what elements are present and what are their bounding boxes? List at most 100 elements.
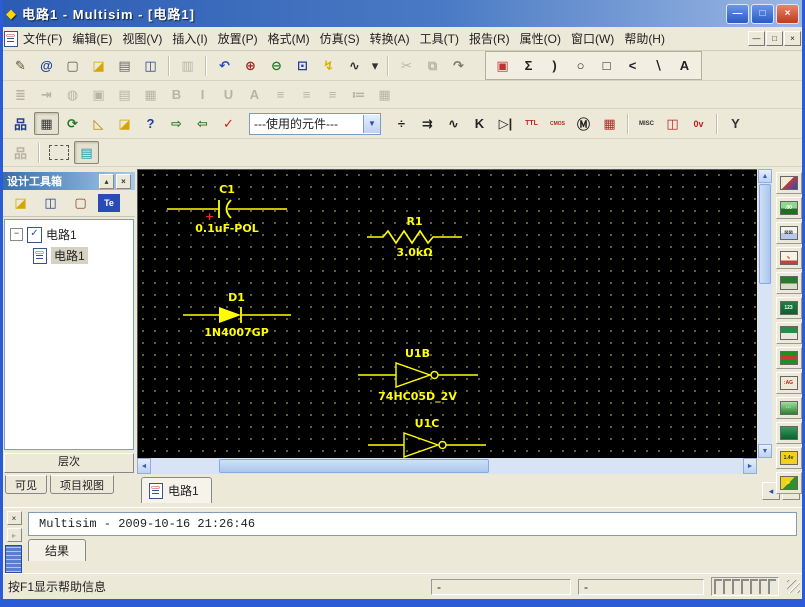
erc-check-icon[interactable]: ✓ xyxy=(216,112,241,135)
rectangle-icon[interactable]: □ xyxy=(594,54,619,77)
component-d1[interactable]: D1 1N4007GP xyxy=(179,291,294,339)
scroll-down-icon[interactable]: ▼ xyxy=(758,444,772,458)
wattmeter-icon[interactable]: ⊠⊠ xyxy=(775,222,802,244)
menu-file[interactable]: 文件(F) xyxy=(19,27,66,50)
scroll-right-icon[interactable]: ► xyxy=(743,458,757,474)
selection-rect-icon[interactable] xyxy=(49,145,69,160)
vertical-scroll-thumb[interactable] xyxy=(759,184,771,284)
sheet-tab-circuit1[interactable]: 电路1 xyxy=(141,477,212,503)
open-icon[interactable]: ◪ xyxy=(86,54,111,77)
database-icon[interactable]: ⟳ xyxy=(60,112,85,135)
menu-insert[interactable]: 插入(I) xyxy=(168,27,211,50)
grapher-dropdown-icon[interactable]: ▾ xyxy=(368,54,382,77)
zoom-out-icon[interactable]: ⊖ xyxy=(264,54,289,77)
menu-options[interactable]: 属性(O) xyxy=(516,27,565,50)
distortion-analyzer-icon[interactable]: ··· xyxy=(775,397,802,419)
scroll-up-icon[interactable]: ▲ xyxy=(758,169,772,183)
diode-family-icon[interactable]: ⇉ xyxy=(415,112,440,135)
results-tab[interactable]: 结果 xyxy=(28,539,87,561)
cmos-family-icon[interactable]: CMOS xyxy=(545,112,570,135)
ttl-family-icon[interactable]: TTL xyxy=(519,112,544,135)
basic-family-icon[interactable]: ∿ xyxy=(441,112,466,135)
tree-expander-icon[interactable]: − xyxy=(10,228,23,241)
grid-icon[interactable]: ▦ xyxy=(34,112,59,135)
menu-window[interactable]: 窗口(W) xyxy=(567,27,618,50)
menu-help[interactable]: 帮助(H) xyxy=(620,27,669,50)
menu-format[interactable]: 格式(M) xyxy=(264,27,314,50)
sketch-icon[interactable]: ✎ xyxy=(8,54,33,77)
tab-visible[interactable]: 可见 xyxy=(5,475,47,494)
peripheral-family-icon[interactable]: ◫ xyxy=(660,112,685,135)
tree-root-row[interactable]: − 电路1 xyxy=(5,224,133,245)
in-use-list-combo[interactable]: ---使用的元件--- ▼ xyxy=(249,112,381,135)
component-r1[interactable]: R1 3.0kΩ xyxy=(362,215,467,259)
maximize-button[interactable]: □ xyxy=(751,3,774,24)
logic-analyzer-icon[interactable] xyxy=(775,347,802,369)
frequency-counter-icon[interactable]: 123 xyxy=(775,297,802,319)
document-system-icon[interactable] xyxy=(4,30,18,47)
oscilloscope-icon[interactable]: ∿ xyxy=(775,247,802,269)
save-icon[interactable]: ◫ xyxy=(138,54,163,77)
open-sheet-icon[interactable]: ◪ xyxy=(8,192,33,215)
rf-family-icon[interactable]: Y xyxy=(723,112,748,135)
open-project-icon[interactable]: ◪ xyxy=(112,112,137,135)
minimize-button[interactable]: — xyxy=(726,3,749,24)
canvas-horizontal-scrollbar[interactable]: ◄ ► xyxy=(137,458,757,474)
grapher-icon[interactable]: ∿ xyxy=(342,54,367,77)
mdi-close-button[interactable]: × xyxy=(784,31,801,46)
mixed-family-icon[interactable]: Ⓜ xyxy=(571,112,596,135)
four-channel-scope-icon[interactable] xyxy=(775,272,802,294)
new-sheet-icon[interactable]: ▢ xyxy=(68,192,93,215)
menu-view[interactable]: 视图(V) xyxy=(118,27,166,50)
source-family-icon[interactable]: ÷ xyxy=(389,112,414,135)
ellipse-icon[interactable]: ○ xyxy=(568,54,593,77)
polyline-icon[interactable]: < xyxy=(620,54,645,77)
report-view-icon[interactable]: ▤ xyxy=(74,141,99,164)
zoom-in-icon[interactable]: ⊕ xyxy=(238,54,263,77)
multimeter-icon[interactable] xyxy=(775,172,802,194)
help-icon[interactable]: ? xyxy=(138,112,163,135)
power-family-icon[interactable]: 0v xyxy=(686,112,711,135)
arc-icon[interactable]: ) xyxy=(542,54,567,77)
menu-place[interactable]: 放置(P) xyxy=(214,27,262,50)
logic-converter-icon[interactable]: :AG xyxy=(775,372,802,394)
panel-pin-button[interactable]: ▴ xyxy=(99,173,114,189)
close-button[interactable]: × xyxy=(776,3,799,24)
menu-reports[interactable]: 报告(R) xyxy=(465,27,514,50)
results-textbox[interactable]: Multisim - 2009-10-16 21:26:46 xyxy=(28,512,797,536)
transistor-family-icon[interactable]: K xyxy=(467,112,492,135)
save-sheet-icon[interactable]: ◫ xyxy=(38,192,63,215)
resize-grip[interactable] xyxy=(787,580,800,593)
word-generator-icon[interactable] xyxy=(775,322,802,344)
scroll-left-icon[interactable]: ◄ xyxy=(137,458,151,474)
menu-simulate[interactable]: 仿真(S) xyxy=(316,27,364,50)
misc-family-icon[interactable]: MISC xyxy=(634,112,659,135)
hierarchy-icon[interactable]: 品 xyxy=(8,112,33,135)
menu-transfer[interactable]: 转换(A) xyxy=(366,27,414,50)
tree-root-label[interactable]: 电路1 xyxy=(46,226,77,243)
picture-icon[interactable]: ▣ xyxy=(490,54,515,77)
import-icon[interactable]: ⇦ xyxy=(190,112,215,135)
function-generator-icon[interactable]: .00 xyxy=(775,197,802,219)
redo-icon[interactable]: ↷ xyxy=(446,54,471,77)
schematic-canvas[interactable]: C1 + 0.1uF-POL R1 3.0kΩ D1 1N4007GP U1B … xyxy=(137,169,757,458)
line-icon[interactable]: ∖ xyxy=(646,54,671,77)
combo-dropdown-icon[interactable]: ▼ xyxy=(363,114,380,133)
agilent-oscilloscope-icon[interactable]: ▶ xyxy=(775,472,802,494)
mdi-minimize-button[interactable]: — xyxy=(748,31,765,46)
run-simulation-icon[interactable]: ↯ xyxy=(316,54,341,77)
component-u1b[interactable]: U1B 74HC05D_2V xyxy=(355,347,480,403)
zoom-area-icon[interactable]: ⊡ xyxy=(290,54,315,77)
results-close-button[interactable]: × xyxy=(6,511,22,526)
hierarchy-button[interactable]: 层次 xyxy=(4,453,134,473)
text-edit-icon[interactable]: Te xyxy=(98,194,120,212)
agilent-multimeter-icon[interactable]: 1.4v xyxy=(775,447,802,469)
browse-database-icon[interactable]: @ xyxy=(34,54,59,77)
spectrum-analyzer-icon[interactable] xyxy=(775,422,802,444)
menu-edit[interactable]: 编辑(E) xyxy=(68,27,116,50)
tab-project-view[interactable]: 项目视图 xyxy=(50,475,114,494)
menu-tools[interactable]: 工具(T) xyxy=(416,27,463,50)
analog-family-icon[interactable]: ▷| xyxy=(493,112,518,135)
tree-child-row[interactable]: 电路1 xyxy=(5,245,133,266)
component-u1c[interactable]: U1C xyxy=(367,417,487,458)
